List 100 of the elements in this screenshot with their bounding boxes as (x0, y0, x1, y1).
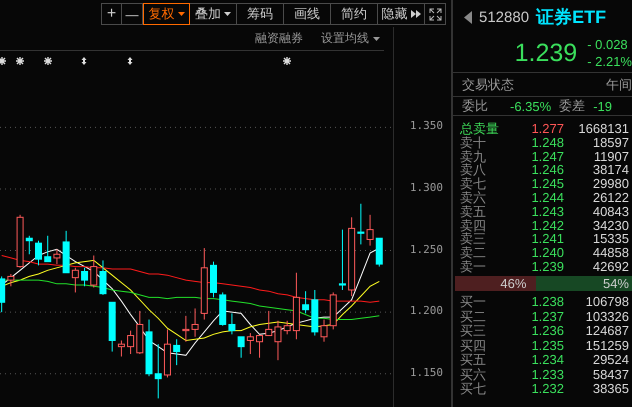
candlestick (44, 235, 52, 262)
bid-volume: 106798 (584, 295, 629, 309)
candlestick (81, 267, 88, 287)
candlestick (53, 248, 60, 265)
ask-level-label: 卖一 (460, 260, 487, 274)
chart-link[interactable]: 设置均线 (321, 30, 380, 47)
stock-code: 512880 (479, 8, 530, 26)
asterisk-icon[interactable] (16, 57, 24, 65)
stock-name: 证券ETF (536, 6, 606, 29)
fullscreen-icon (428, 8, 442, 20)
bid-price: 1.236 (530, 324, 564, 338)
candlestick (182, 315, 190, 342)
candlestick (118, 340, 125, 357)
candlestick (192, 308, 199, 338)
ask-level-label: 卖二 (460, 246, 487, 260)
asterisk-icon[interactable] (0, 57, 6, 65)
ask-volume: 18597 (592, 136, 629, 150)
ask-price: 1.245 (530, 177, 564, 191)
candlestick (154, 344, 162, 399)
bid-volume: 38365 (592, 382, 629, 396)
bid-volume: 103326 (584, 310, 629, 324)
bid-level-label: 买三 (460, 324, 487, 338)
candlestick (164, 328, 171, 378)
ask-price: 1.242 (530, 218, 564, 232)
bid-volume: 124687 (584, 324, 629, 338)
up-down-arrow-icon[interactable] (80, 57, 88, 65)
chart-link[interactable]: 融资融券 (255, 30, 303, 47)
toolbar-button[interactable]: — (122, 3, 143, 25)
total-sell-volume: 1668131 (577, 122, 629, 136)
candlestick (302, 290, 310, 314)
candlestick (210, 261, 217, 298)
ask-price: 1.239 (530, 260, 564, 274)
candlestick (311, 289, 318, 336)
ask-level-label: 卖五 (460, 204, 487, 219)
candlestick (338, 229, 346, 290)
candlestick (146, 319, 153, 377)
bid-level-label: 买四 (460, 338, 487, 352)
bid-price: 1.237 (530, 310, 564, 324)
ask-price: 1.247 (530, 150, 564, 164)
price-change: - 0.028 (587, 36, 629, 53)
asterisk-icon[interactable] (44, 57, 52, 65)
bid-level-label: 买五 (460, 353, 487, 367)
up-down-arrow-icon[interactable] (126, 57, 134, 65)
candlestick (265, 310, 272, 336)
fullscreen-button[interactable] (425, 3, 446, 25)
ask-volume: 29980 (592, 177, 629, 191)
ask-volume: 15335 (592, 232, 629, 246)
candlestick (284, 320, 291, 335)
ask-price: 1.240 (530, 246, 564, 260)
ask-volume: 44858 (592, 246, 629, 260)
candlestick (0, 276, 6, 313)
candlestick (376, 238, 383, 268)
toolbar-button[interactable]: 隐藏 (378, 3, 425, 25)
total-sell-label: 总卖量 (460, 122, 500, 136)
candlestick (99, 260, 106, 296)
sell-share-text: 46% (500, 276, 528, 291)
toolbar-button[interactable]: 筹码 (237, 3, 284, 25)
bid-level-label: 买二 (460, 310, 487, 324)
bid-volume: 151259 (584, 338, 629, 352)
status-label: 交易状态 (462, 76, 514, 94)
bid-price: 1.233 (530, 368, 564, 382)
caret-icon (178, 12, 184, 16)
status-value: 午间 (606, 76, 632, 94)
ask-volume: 42692 (592, 260, 629, 274)
bid-price: 1.238 (530, 295, 564, 309)
buy-share-text: 54% (602, 276, 629, 291)
candlestick (62, 230, 70, 274)
last-price: 1.239 (514, 38, 578, 68)
asterisk-icon[interactable] (283, 57, 291, 65)
bid-price: 1.234 (530, 353, 564, 367)
candlestick (7, 273, 14, 287)
diff-label: 委差 (559, 97, 586, 115)
bid-level-label: 买七 (460, 382, 487, 396)
candlestick (238, 336, 245, 358)
bid-price: 1.232 (530, 382, 564, 396)
toolbar-button[interactable]: 简约 (331, 3, 378, 25)
candlestick (127, 330, 134, 355)
toolbar-button[interactable]: 叠加 (190, 3, 237, 25)
percent-change: - 2.21% (587, 53, 632, 70)
ask-price: 1.243 (530, 204, 564, 219)
ask-level-label: 卖十 (460, 136, 486, 150)
axis-label: 1.150 (410, 366, 443, 379)
ask-price: 1.241 (530, 232, 564, 246)
ask-level-label: 卖八 (460, 163, 487, 178)
left-triangle-icon[interactable] (464, 10, 472, 24)
candlestick (246, 332, 254, 355)
ratio-value: -6.35% (510, 98, 552, 114)
candlestick (90, 254, 98, 288)
ask-volume: 26122 (592, 190, 629, 205)
candlestick (219, 292, 226, 326)
candlestick (108, 302, 116, 352)
ask-volume: 40843 (592, 204, 629, 219)
toolbar-button[interactable]: 画线 (284, 3, 331, 25)
diff-value: -19 (593, 98, 612, 114)
ask-level-label: 卖四 (460, 218, 487, 232)
ask-price: 1.246 (530, 163, 564, 178)
candlestick (136, 310, 144, 355)
candlestick (330, 292, 337, 330)
toolbar-button[interactable]: 复权 (143, 3, 190, 25)
toolbar-button[interactable]: + (101, 3, 122, 25)
